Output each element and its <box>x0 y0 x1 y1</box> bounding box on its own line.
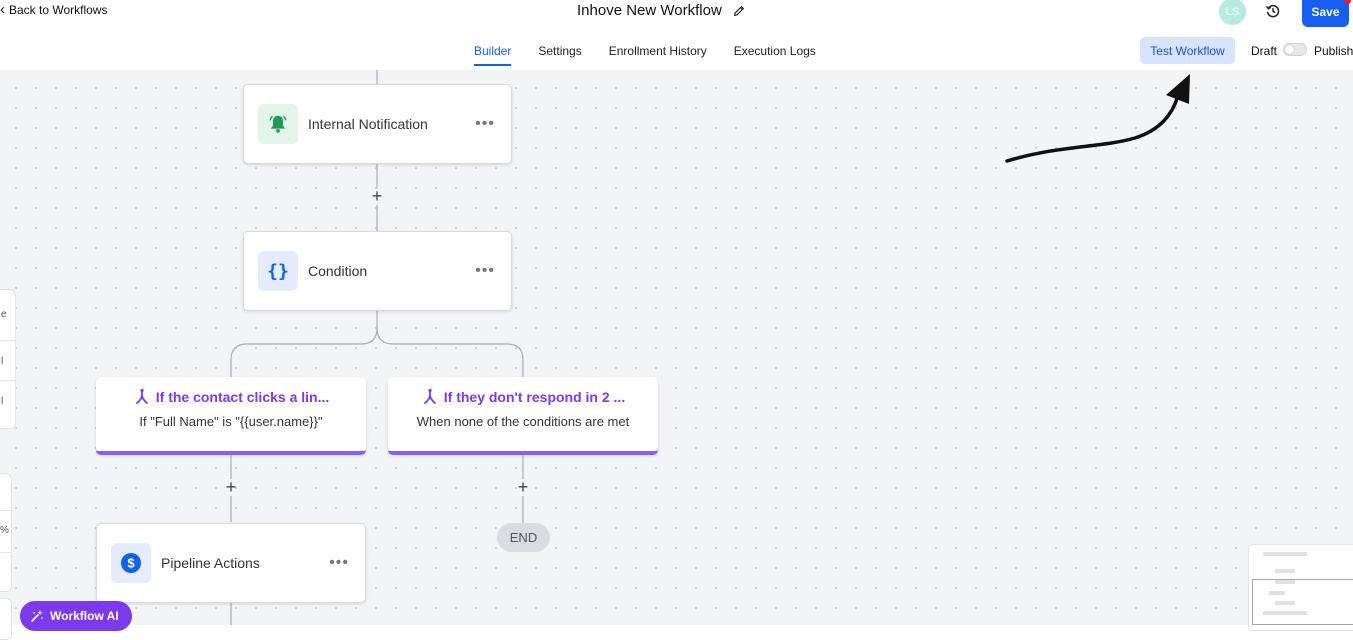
node-condition[interactable]: {} Condition ••• <box>243 231 512 311</box>
workflow-ai-button[interactable]: Workflow AI <box>20 601 132 631</box>
minimap-node <box>1263 552 1307 556</box>
zoom-controls-panel[interactable]: % <box>0 473 12 592</box>
branch-icon <box>423 388 436 404</box>
sparkle-icon <box>31 610 43 622</box>
node-label: Internal Notification <box>308 116 428 132</box>
zoom-percent-label: % <box>0 525 9 536</box>
more-options-icon[interactable]: ••• <box>329 554 349 572</box>
minimap-node <box>1275 569 1295 573</box>
add-step-button[interactable]: + <box>515 478 531 496</box>
tool-label: l <box>1 356 4 367</box>
more-options-icon[interactable]: ••• <box>475 262 495 280</box>
node-icon-box <box>258 104 298 144</box>
branch-icon <box>135 388 148 404</box>
minimap-viewport[interactable] <box>1252 579 1353 625</box>
node-label: Pipeline Actions <box>161 555 260 571</box>
minimap-node <box>1275 601 1295 605</box>
branch-title: If they don't respond in 2 ... <box>443 389 626 405</box>
node-icon-box: {} <box>258 251 298 291</box>
node-label: Condition <box>308 263 368 279</box>
node-icon-box: $ <box>111 543 151 583</box>
dollar-icon: $ <box>121 553 141 573</box>
branch-subtitle: If "Full Name" is "{{user.name}}" <box>139 414 323 429</box>
more-options-icon[interactable]: ••• <box>475 115 495 133</box>
node-internal-notification[interactable]: Internal Notification ••• <box>243 84 512 164</box>
branch-title: If the contact clicks a lin... <box>155 389 330 405</box>
svg-text:$: $ <box>127 556 135 571</box>
minimap-node <box>1263 611 1307 615</box>
annotation-arrow <box>1005 74 1190 163</box>
branch-subtitle: When none of the conditions are met <box>416 414 630 429</box>
canvas-tools-panel-lower[interactable] <box>0 598 12 640</box>
add-step-button[interactable]: + <box>223 478 239 496</box>
braces-icon: {} <box>267 260 289 282</box>
branch-card-no-response[interactable]: If they don't respond in 2 ... When none… <box>388 377 658 455</box>
bell-icon <box>269 115 287 133</box>
branch-card-contact-clicks[interactable]: If the contact clicks a lin... If "Full … <box>96 377 366 455</box>
minimap-node <box>1269 591 1285 595</box>
tool-label: e <box>1 309 7 320</box>
minimap-node <box>1275 580 1295 584</box>
minimap[interactable] <box>1248 544 1353 631</box>
workflow-ai-label: Workflow AI <box>50 609 119 623</box>
add-step-button[interactable]: + <box>369 187 385 205</box>
node-pipeline-actions[interactable]: $ Pipeline Actions ••• <box>96 523 366 603</box>
tool-label: l <box>1 396 4 407</box>
canvas-tools-panel[interactable]: e l l <box>0 289 16 429</box>
end-marker: END <box>497 523 550 552</box>
